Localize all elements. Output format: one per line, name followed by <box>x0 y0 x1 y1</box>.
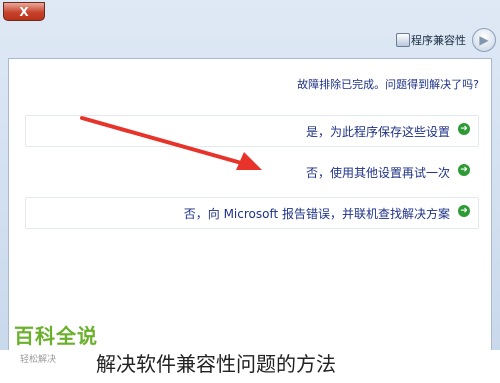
green-arrow-icon: ➜ <box>458 164 470 176</box>
title-bar: 程序兼容性 ▶ <box>0 24 500 54</box>
option-label: 是，为此程序保存这些设置 <box>305 125 450 139</box>
option-label: 否，向 Microsoft 报告错误，并联机查找解决方案 <box>183 207 450 221</box>
dialog-question: 故障排除已完成。问题得到解决了吗? <box>297 78 479 91</box>
caption-text: 解决软件兼容性问题的方法 <box>96 352 336 376</box>
option-label: 否，使用其他设置再试一次 <box>305 166 450 180</box>
back-button[interactable]: ▶ <box>472 28 496 52</box>
window-frame: X 程序兼容性 ▶ 故障排除已完成。问题得到解决了吗? 是，为此程序保存这些设置… <box>0 0 500 350</box>
green-arrow-icon: ➜ <box>458 205 470 217</box>
green-arrow-icon: ➜ <box>458 123 470 135</box>
back-arrow-icon: ▶ <box>479 33 489 47</box>
close-button[interactable]: X <box>3 2 45 21</box>
option-save-settings[interactable]: 是，为此程序保存这些设置 ➜ <box>25 115 479 147</box>
window-title: 程序兼容性 <box>411 34 466 47</box>
watermark-logo: 百科全说 <box>14 324 98 348</box>
option-report-to-microsoft[interactable]: 否，向 Microsoft 报告错误，并联机查找解决方案 ➜ <box>25 197 479 229</box>
close-icon: X <box>19 4 29 19</box>
app-icon <box>396 33 410 47</box>
option-try-other-settings[interactable]: 否，使用其他设置再试一次 ➜ <box>25 156 479 188</box>
dialog-content: 故障排除已完成。问题得到解决了吗? 是，为此程序保存这些设置 ➜ 否，使用其他设… <box>8 58 492 350</box>
watermark-subtext: 轻松解决 <box>20 355 57 365</box>
